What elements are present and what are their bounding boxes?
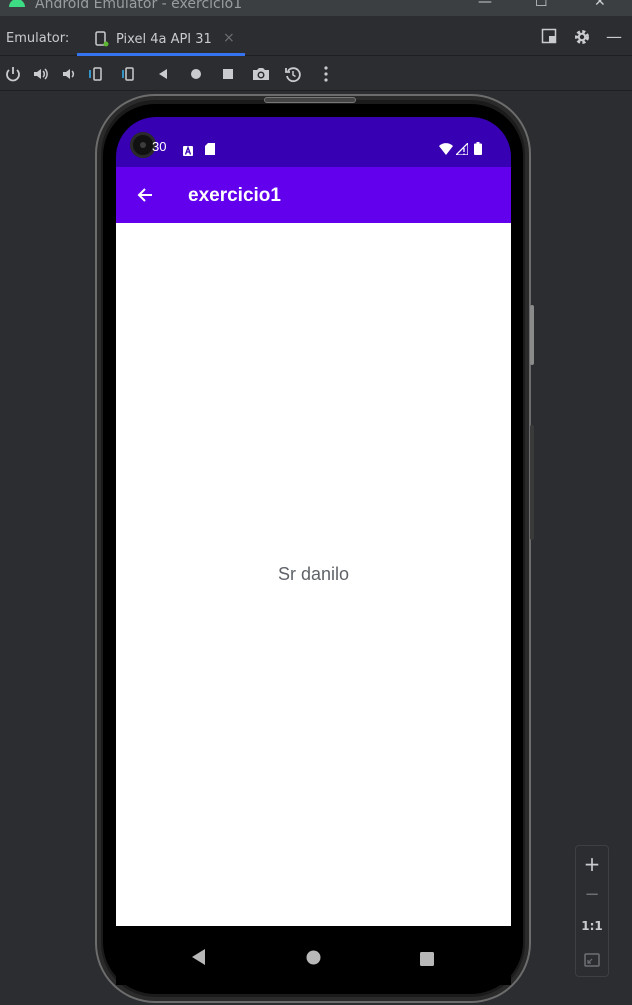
notification-a-icon <box>183 141 193 160</box>
greeting-text: Sr danilo <box>277 564 350 584</box>
zoom-in-button[interactable]: + <box>576 852 608 876</box>
window-title: Android Emulator - exercicio1 <box>35 0 243 12</box>
signal-icon <box>454 140 469 159</box>
settings-gear-icon[interactable] <box>573 28 591 50</box>
tab-active-indicator <box>77 53 245 56</box>
wifi-icon <box>439 140 453 159</box>
maximize-window-icon[interactable]: ☐ <box>535 0 548 10</box>
more-icon[interactable] <box>317 65 335 83</box>
home-icon[interactable] <box>187 65 205 83</box>
zoom-out-button[interactable]: − <box>576 884 608 905</box>
battery-icon <box>474 140 482 159</box>
nav-home-icon[interactable] <box>306 950 321 969</box>
android-nav-bar <box>116 926 511 985</box>
zoom-fit-icon[interactable] <box>576 952 608 971</box>
rotate-right-icon[interactable] <box>121 65 139 83</box>
phone-volume-button <box>530 425 534 540</box>
snapshot-icon[interactable] <box>284 65 302 83</box>
emulator-toolbar <box>0 57 632 91</box>
hide-panel-icon[interactable]: — <box>606 27 622 46</box>
app-title: exercicio1 <box>188 185 281 206</box>
window-title-bar: Android Emulator - exercicio1 — ☐ ✕ <box>0 0 632 16</box>
back-icon[interactable] <box>154 65 172 83</box>
device-screen[interactable]: 30 exercicio1 Sr danilo <box>116 117 511 985</box>
app-toolbar: exercicio1 <box>116 167 511 223</box>
tab-pixel-4a[interactable]: Pixel 4a API 31 × <box>77 22 245 56</box>
device-icon <box>95 31 109 51</box>
tab-label: Pixel 4a API 31 <box>116 32 212 47</box>
zoom-actual-size-button[interactable]: 1:1 <box>576 919 608 933</box>
zoom-controls: + − 1:1 <box>575 845 609 977</box>
rotate-left-icon[interactable] <box>88 65 106 83</box>
volume-up-icon[interactable] <box>32 65 50 83</box>
phone-power-button <box>530 305 534 365</box>
app-content: Sr danilo <box>116 223 511 926</box>
minimize-window-icon[interactable]: — <box>478 0 492 10</box>
window-mode-icon[interactable] <box>541 28 557 48</box>
overview-icon[interactable] <box>219 65 237 83</box>
camera-icon[interactable] <box>251 65 269 83</box>
android-status-bar: 30 <box>116 117 511 167</box>
tab-close-icon[interactable]: × <box>223 30 235 46</box>
nav-overview-icon[interactable] <box>420 951 434 970</box>
status-time: 30 <box>152 139 167 154</box>
close-window-icon[interactable]: ✕ <box>594 0 606 10</box>
nav-back-icon[interactable] <box>192 949 206 969</box>
emulator-label: Emulator: <box>6 31 70 46</box>
arrow-back-icon[interactable] <box>136 186 154 208</box>
phone-speaker <box>264 97 356 103</box>
emulator-tab-bar: Emulator: Pixel 4a API 31 × — <box>0 16 632 56</box>
sd-card-icon <box>205 140 215 159</box>
volume-down-icon[interactable] <box>60 65 78 83</box>
power-icon[interactable] <box>4 65 22 83</box>
android-logo-icon <box>6 0 28 12</box>
